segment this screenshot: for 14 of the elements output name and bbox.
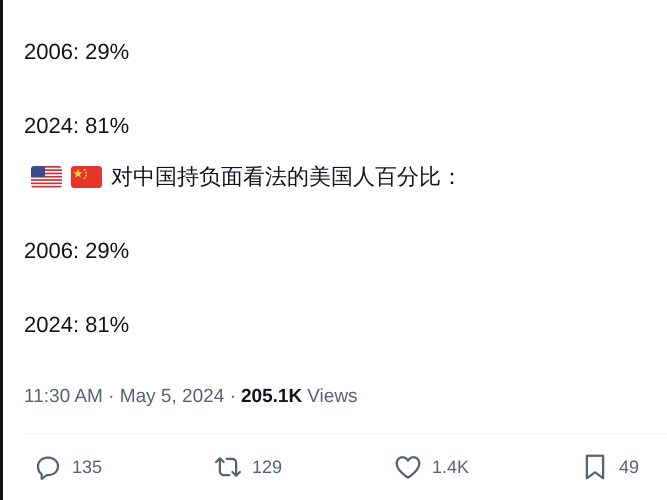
tweet-text: 2006: 29%: [24, 38, 130, 66]
repost-count: 129: [252, 456, 282, 478]
tweet-text: 2024: 81%: [24, 112, 130, 140]
like-count: 1.4K: [432, 456, 469, 478]
us-flag-icon: [31, 166, 62, 188]
tweet-text: 2024: 81%: [24, 311, 130, 339]
china-flag-icon: [71, 166, 102, 188]
bookmark-count: 49: [618, 456, 639, 478]
tweet-text: 对中国持负面看法的美国人百分比：: [111, 163, 463, 191]
view-count: 205.1K: [240, 385, 302, 409]
timestamp: 11:30 AM · May 5, 2024 ·: [24, 385, 236, 409]
views-label: Views: [307, 385, 358, 409]
reply-count: 135: [72, 456, 102, 478]
tweet-text: 2006: 29%: [24, 237, 130, 265]
